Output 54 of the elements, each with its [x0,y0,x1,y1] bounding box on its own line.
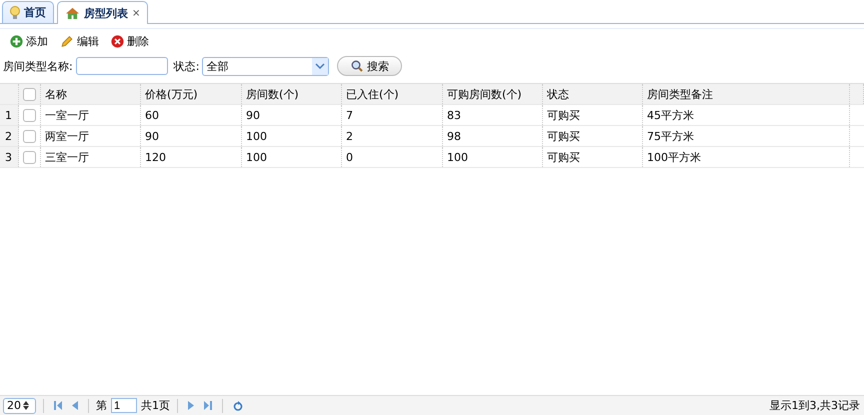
page-size-select[interactable]: 20 [3,398,36,414]
field-label: 状态: [174,58,200,74]
select-all-checkbox[interactable] [23,88,36,100]
table-cell: 75平方米 [643,126,850,146]
delete-icon [111,34,124,48]
page-label: 第 [96,398,107,413]
house-icon [65,6,80,20]
table-cell: 可购买 [543,147,643,167]
close-icon[interactable]: × [132,8,140,18]
record-summary: 显示1到3,共3记录 [770,398,861,413]
row-checkbox[interactable] [23,150,36,164]
table-cell: 90 [242,105,342,125]
table-cell: 100 [242,126,342,146]
table-cell: 100 [242,147,342,167]
table-cell: 可购买 [543,105,643,125]
table-cell: 7 [342,105,443,125]
toolbar-button[interactable]: 删除 [107,32,153,50]
field-label: 房间类型名称: [3,58,73,74]
first-page-button[interactable] [51,401,65,410]
row-number: 1 [0,105,19,125]
row-number: 3 [0,147,19,167]
table-cell: 60 [141,105,242,125]
table-cell: 120 [141,147,242,167]
table-cell: 90 [141,126,242,146]
toolbar-button[interactable]: 添加 [6,32,52,50]
table-cell: 100 [443,147,543,167]
table-cell: 2 [342,126,443,146]
plus-icon [10,34,23,48]
toolbar-button[interactable]: 编辑 [56,32,103,50]
table-cell: 三室一厅 [41,147,141,167]
table-cell: 83 [443,105,543,125]
table-cell: 100平方米 [643,147,850,167]
row-checkbox[interactable] [23,108,36,122]
tab[interactable]: 房型列表 × [57,1,148,24]
pencil-icon [60,34,74,48]
table-cell: 45平方米 [643,105,850,125]
lightbulb-icon [10,6,20,20]
table-cell: 可购买 [543,126,643,146]
page-number-field[interactable]: 1 [111,398,137,413]
tab[interactable]: 首页 [2,1,54,23]
table-cell: 一室一厅 [41,105,141,125]
spinner-icon [23,401,29,410]
chevron-down-icon [315,63,326,69]
last-page-button[interactable] [201,401,215,410]
name-input-field[interactable] [76,57,168,75]
page-total: 共1页 [141,398,170,413]
row-checkbox[interactable] [23,130,36,142]
search-icon [350,60,363,72]
status-dropdown[interactable]: 全部 [202,56,330,76]
row-number: 2 [0,126,19,146]
search-button[interactable]: 搜索 [337,56,402,76]
table-cell: 两室一厅 [41,126,141,146]
table-cell: 0 [342,147,443,167]
table-cell: 98 [443,126,543,146]
